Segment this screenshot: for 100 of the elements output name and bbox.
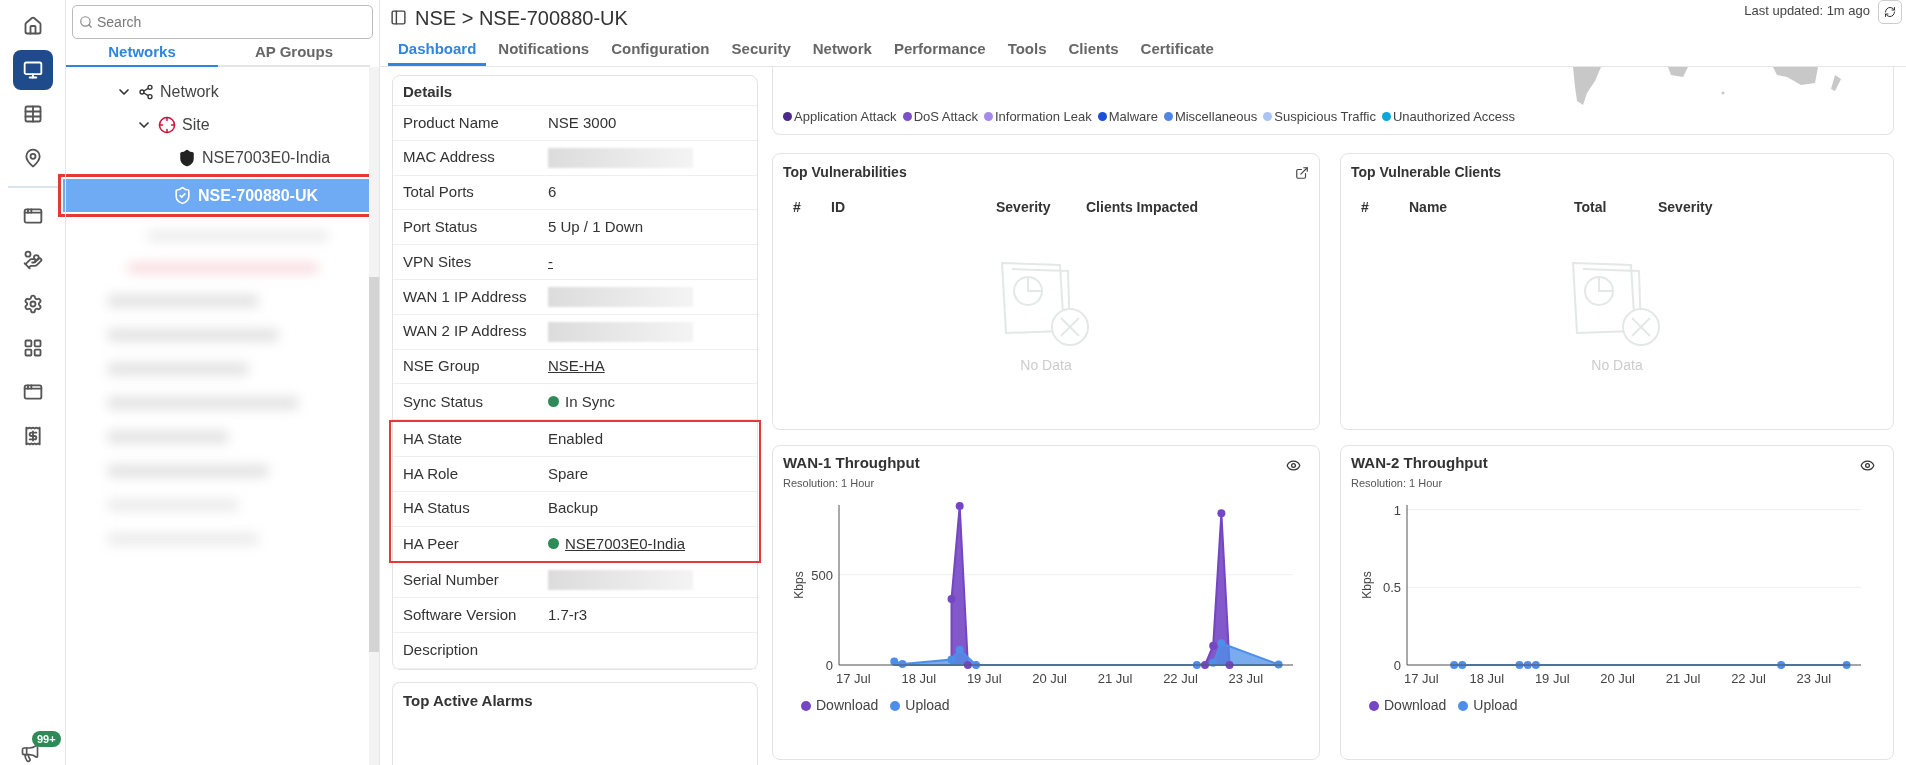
legend-label[interactable]: Information Leak [994, 106, 1092, 126]
tree-item[interactable]: Network [68, 75, 367, 108]
axis-tick-label: 1 [1393, 502, 1401, 518]
detail-label: HA Role [403, 463, 460, 484]
column-header: Name [1409, 198, 1449, 217]
detail-value: Spare [548, 463, 589, 484]
tree-item[interactable]: NSE7003E0-India [68, 141, 367, 174]
legend-label[interactable]: Upload [1473, 695, 1518, 716]
legend-label[interactable]: DoS Attack [913, 106, 978, 126]
detail-value: 6 [548, 182, 557, 203]
detail-label: Software Version [403, 604, 518, 625]
legend-label[interactable]: Unauthorized Access [1392, 106, 1516, 126]
axis-tick-label: 22 Jul [1163, 671, 1198, 686]
tab[interactable]: Clients [1058, 35, 1129, 66]
data-point[interactable] [1523, 661, 1532, 669]
tab[interactable]: Configuration [601, 35, 720, 66]
axis-tick-label: 20 Jul [1600, 671, 1635, 686]
axis-tick-label: 23 Jul [1796, 671, 1832, 686]
data-point[interactable] [1515, 661, 1524, 669]
hand-icon [22, 250, 43, 270]
legend-label[interactable]: Miscellaneous [1174, 106, 1258, 126]
data-point[interactable] [955, 502, 964, 511]
axis-tick-label: 19 Jul [1534, 671, 1570, 686]
legend-label[interactable]: Suspicious Traffic [1274, 106, 1376, 126]
detail-value: Enabled [548, 428, 604, 449]
detail-label: Sync Status [403, 391, 485, 412]
detail-label: Serial Number [403, 570, 500, 590]
legend-label[interactable]: Application Attack [794, 106, 897, 126]
sidebar-nav-button[interactable] [12, 50, 53, 90]
column-header: Severity [996, 198, 1052, 217]
axis-tick-label: 19 Jul [966, 671, 1002, 686]
panel-tab[interactable]: Networks [66, 39, 218, 67]
data-point[interactable] [1274, 660, 1283, 669]
refresh-button[interactable] [1878, 0, 1902, 24]
data-point[interactable] [963, 661, 972, 669]
legend-label[interactable]: Download [816, 695, 879, 716]
detail-label: Product Name [403, 112, 500, 133]
data-point[interactable] [1209, 641, 1218, 650]
axis-tick-label: 500 [811, 567, 833, 583]
data-point[interactable] [947, 655, 956, 664]
axis-tick-label: 22 Jul [1731, 671, 1766, 686]
eye-icon[interactable] [1286, 458, 1301, 473]
data-point[interactable] [1217, 509, 1226, 518]
card-title: Top Vulnerable Clients [1351, 163, 1502, 182]
legend-label[interactable]: Download [1384, 695, 1447, 716]
data-point[interactable] [1209, 658, 1218, 667]
data-point[interactable] [1531, 661, 1540, 669]
map-pin-icon [22, 148, 43, 168]
data-point[interactable] [1450, 661, 1459, 669]
settings-icon [22, 294, 43, 314]
detail-label: VPN Sites [403, 251, 473, 272]
legend-label[interactable]: Upload [905, 695, 950, 716]
data-point[interactable] [1458, 661, 1467, 669]
detail-link[interactable]: NSE7003E0-India [565, 532, 686, 556]
detail-label: Total Ports [403, 182, 475, 203]
column-header: Clients Impacted [1086, 198, 1200, 217]
detail-label: HA Peer [403, 533, 460, 554]
tab[interactable]: Tools [997, 35, 1057, 66]
tab[interactable]: Certificate [1130, 35, 1224, 66]
data-point[interactable] [898, 659, 907, 668]
panel-toggle-icon[interactable] [390, 8, 407, 26]
detail-link[interactable]: NSE-HA [548, 355, 605, 378]
legend-label[interactable]: Malware [1108, 106, 1158, 126]
detail-link[interactable]: - [548, 250, 553, 274]
axis-tick-label: 0 [1393, 658, 1401, 673]
axis-tick-label: 0.5 [1382, 580, 1401, 596]
detail-label: NSE Group [403, 356, 481, 377]
browser-window-icon [22, 206, 43, 226]
column-header: # [793, 198, 802, 217]
search-icon [79, 15, 93, 29]
eye-icon[interactable] [1860, 458, 1875, 473]
detail-value: 1.7-r3 [548, 604, 588, 625]
search-field[interactable]: Search [72, 5, 373, 39]
detail-value: NSE 3000 [548, 112, 617, 133]
panel-tab[interactable]: AP Groups [218, 39, 370, 67]
browser-window-icon [22, 382, 43, 402]
axis-tick-label: 20 Jul [1032, 671, 1067, 686]
column-header: Severity [1658, 198, 1714, 217]
megaphone-icon[interactable] [20, 743, 40, 763]
data-point[interactable] [1192, 661, 1201, 669]
tab[interactable]: Dashboard [388, 35, 487, 66]
data-point[interactable] [1225, 661, 1234, 669]
data-point[interactable] [947, 595, 956, 604]
axis-tick-label: 21 Jul [1097, 671, 1133, 686]
scrollbar-thumb[interactable] [369, 277, 379, 652]
home-icon [22, 16, 43, 36]
tab[interactable]: Network [802, 35, 882, 66]
last-updated: Last updated: 1m ago [1744, 2, 1870, 21]
column-header: ID [831, 198, 846, 217]
tab[interactable]: Notifications [488, 35, 600, 66]
tab[interactable]: Performance [883, 35, 996, 66]
data-point[interactable] [890, 657, 899, 666]
tree-item[interactable]: Site [68, 108, 367, 141]
data-point[interactable] [1842, 661, 1851, 669]
external-link-icon[interactable] [1295, 165, 1309, 180]
data-point[interactable] [1777, 661, 1786, 669]
detail-label: Description [403, 640, 480, 661]
tab[interactable]: Security [721, 35, 801, 66]
data-point[interactable] [1201, 661, 1209, 669]
data-point[interactable] [972, 661, 981, 669]
